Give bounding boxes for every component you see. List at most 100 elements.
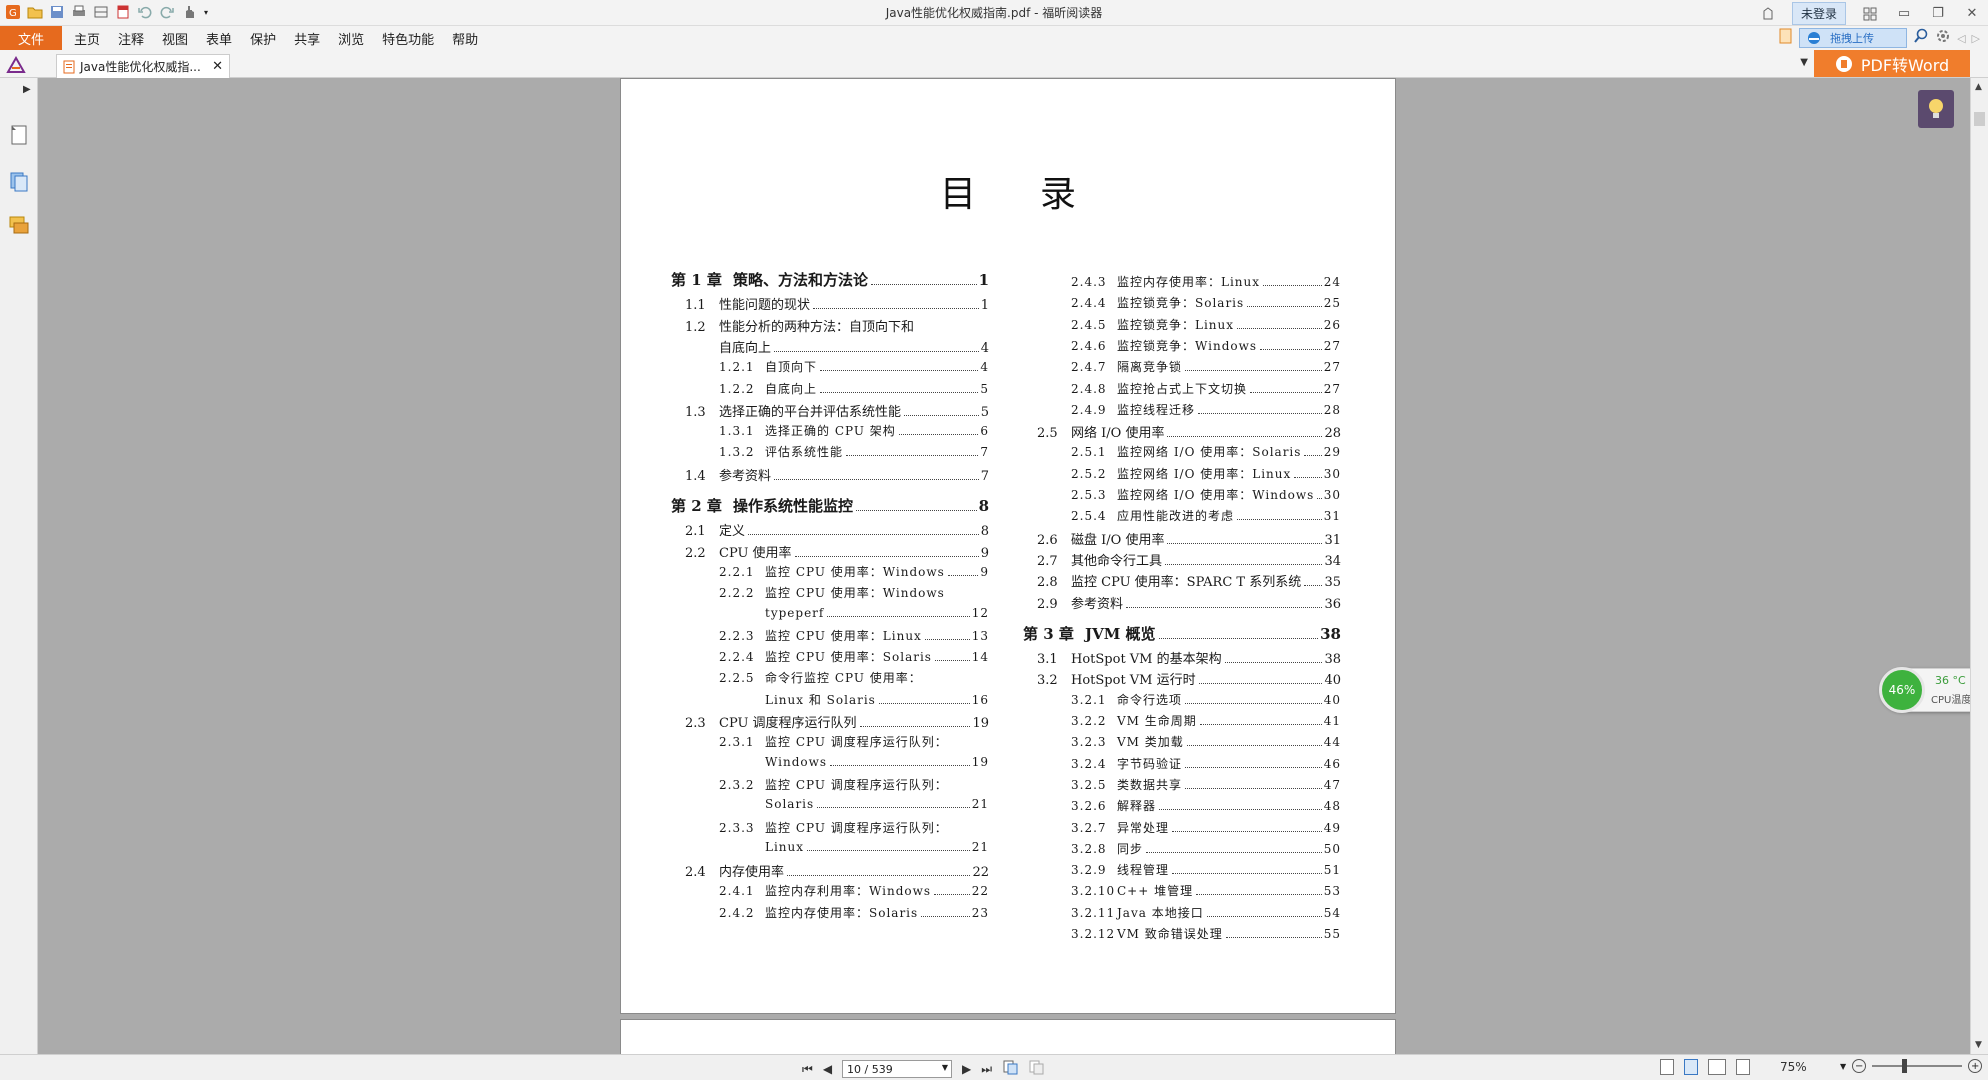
toc-entry: 2.2.1 监控 CPU 使用率：Windows 9 [719,563,989,580]
toc-entry: 2.2.2 监控 CPU 使用率：Windows [719,584,989,601]
menu-protect[interactable]: 保护 [250,29,276,48]
toc-entry: 1.3 选择正确的平台并评估系统性能 5 [685,401,989,420]
page-thumbnail-icon[interactable] [8,124,30,146]
close-window-button[interactable]: ✕ [1962,5,1982,23]
pages-panel-icon[interactable] [8,170,30,192]
extract-page-icon[interactable] [1028,1059,1044,1079]
toc-entry-page: 46 [1323,756,1341,771]
menu-browse[interactable]: 浏览 [338,29,364,48]
toc-entry: 2.4.8 监控抢占式上下文切换 27 [1071,380,1341,397]
upload-label: 拖拽上传 [1830,32,1875,45]
toc-entry: 2.5.1 监控网络 I/O 使用率：Solaris 29 [1071,443,1341,460]
toc-entry: 1.2.2 自底向上 5 [719,380,989,397]
skin-icon[interactable] [1758,5,1778,23]
toc-entry: 2.5 网络 I/O 使用率 28 [1037,422,1341,441]
toc-entry-page: 19 [972,716,989,731]
expand-panel-icon[interactable]: ▶ [23,84,31,95]
menu-file[interactable]: 文件 [0,26,62,50]
zoom-out-icon[interactable]: − [1852,1059,1867,1073]
prev-page-button[interactable]: ◀ [823,1062,832,1076]
toc-leader-dots [827,615,970,617]
toc-entry-page: 8 [980,524,989,540]
toc-entry: 2.4.5 监控锁竞争：Linux 26 [1071,316,1341,333]
toc-entry: Linux 21 [719,840,989,854]
toc-entry-title: HotSpot VM 的基本架构 [1071,652,1222,668]
toc-entry: 2.4.9 监控线程迁移 28 [1071,401,1341,418]
menu-home[interactable]: 主页 [74,29,100,48]
menu-view[interactable]: 视图 [162,29,188,48]
gear-icon[interactable] [1935,28,1951,48]
toc-entry-title: 监控 CPU 调度程序运行队列： [765,735,948,750]
page-navigation: ⏮ ◀ 10 / 539 ▼ ▶ ⏭ [802,1059,1044,1079]
prev-view-icon[interactable]: ◁ [1957,32,1965,45]
toc-entry-number: 3.2 [1037,673,1058,689]
toc-leader-dots [1185,702,1322,704]
page-number-input[interactable]: 10 / 539 ▼ [842,1060,953,1078]
last-page-button[interactable]: ⏭ [981,1062,992,1077]
toc-entry: 2.3.3 监控 CPU 调度程序运行队列： [719,819,989,836]
toc-entry-title: 网络 I/O 使用率 [1071,426,1165,442]
menu-features[interactable]: 特色功能 [382,29,434,48]
toc-entry-number: 2.4.8 [1071,381,1107,396]
search-icon[interactable] [1913,28,1929,48]
toc-entry: 3.2.6 解释器 48 [1071,797,1341,814]
restore-button[interactable]: ❐ [1928,5,1948,23]
vertical-scrollbar[interactable]: ▲ ▼ [1970,78,1988,1054]
facing-view-icon[interactable] [1708,1059,1726,1075]
toc-entry-page: 35 [1324,575,1341,591]
file-icon[interactable] [1779,28,1793,48]
lightbulb-tip-button[interactable] [1918,90,1954,128]
next-view-icon[interactable]: ▷ [1972,32,1980,45]
tab-close-icon[interactable]: ✕ [212,59,223,74]
minimize-button[interactable]: ▭ [1894,5,1914,23]
scroll-up-icon[interactable]: ▲ [1975,82,1982,92]
menu-share[interactable]: 共享 [294,29,320,48]
page-dropdown-icon[interactable]: ▼ [942,1063,948,1072]
login-button[interactable]: 未登录 [1791,2,1846,25]
toc-entry: 2.3.2 监控 CPU 调度程序运行队列： [719,776,989,793]
menu-comment[interactable]: 注释 [118,29,144,48]
zoom-in-icon[interactable]: + [1968,1059,1983,1073]
toc-leader-dots [830,764,970,766]
toc-entry-page: 40 [1323,692,1341,707]
scroll-down-icon[interactable]: ▼ [1975,1040,1982,1050]
cpu-monitor-widget[interactable]: 46% 36 °C CPU温度 + [1879,667,1970,713]
zoom-dropdown-icon[interactable]: ▼ [1840,1062,1846,1071]
continuous-view-icon[interactable] [1684,1059,1698,1075]
document-viewport[interactable]: 目录 第 1 章策略、方法和方法论 1 1.1 性能问题的现状 1 1.2 性能分析的两种方… [38,78,1970,1054]
pdf-to-word-button[interactable]: PDF转Word [1814,50,1970,77]
toc-entry-number: 1.3.2 [719,445,755,460]
toc-entry-title: C++ 堆管理 [1117,884,1194,899]
tab-list-dropdown-icon[interactable]: ▼ [1800,57,1808,68]
menu-help[interactable]: 帮助 [452,29,478,48]
toc-entry-page: 34 [1324,553,1341,569]
toc-entry-page: 5 [980,404,989,420]
toc-entry-title: 其他命令行工具 [1071,553,1163,569]
first-page-button[interactable]: ⏮ [802,1062,813,1077]
insert-page-icon[interactable] [1002,1059,1018,1079]
next-page-button[interactable]: ▶ [962,1062,971,1076]
continuous-facing-view-icon[interactable] [1736,1059,1750,1075]
toc-entry-number: 2.4.3 [1071,275,1107,289]
toc-entry-title: 解释器 [1117,799,1157,814]
menu-form[interactable]: 表单 [206,29,232,48]
tab-document[interactable]: Java性能优化权威指... ✕ [56,54,230,78]
menu-items: 主页 注释 视图 表单 保护 共享 浏览 特色功能 帮助 [74,26,496,50]
comments-panel-icon[interactable] [8,214,30,236]
toc-leader-dots [774,478,979,480]
toc-entry: 1.1 性能问题的现状 1 [685,294,989,313]
zoom-track[interactable] [1872,1059,1963,1073]
upload-button[interactable]: 拖拽上传 [1799,28,1908,48]
scroll-thumb[interactable] [1974,112,1985,126]
layout-icon[interactable] [1860,5,1880,23]
toc-entry: 自底向上 4 [685,337,989,356]
toc-entry-number: 2.2.4 [719,650,755,665]
toc-leader-dots [924,638,970,640]
toc-entry-title: 监控内存利用率：Windows [765,884,932,899]
toc-entry: 2.6 磁盘 I/O 使用率 31 [1037,529,1341,548]
zoom-knob[interactable] [1902,1059,1908,1073]
zoom-level[interactable]: 75% [1780,1060,1807,1074]
toc-entry-number: 2.2.2 [719,586,755,601]
toc-leader-dots [1206,915,1322,917]
single-page-view-icon[interactable] [1660,1059,1674,1075]
